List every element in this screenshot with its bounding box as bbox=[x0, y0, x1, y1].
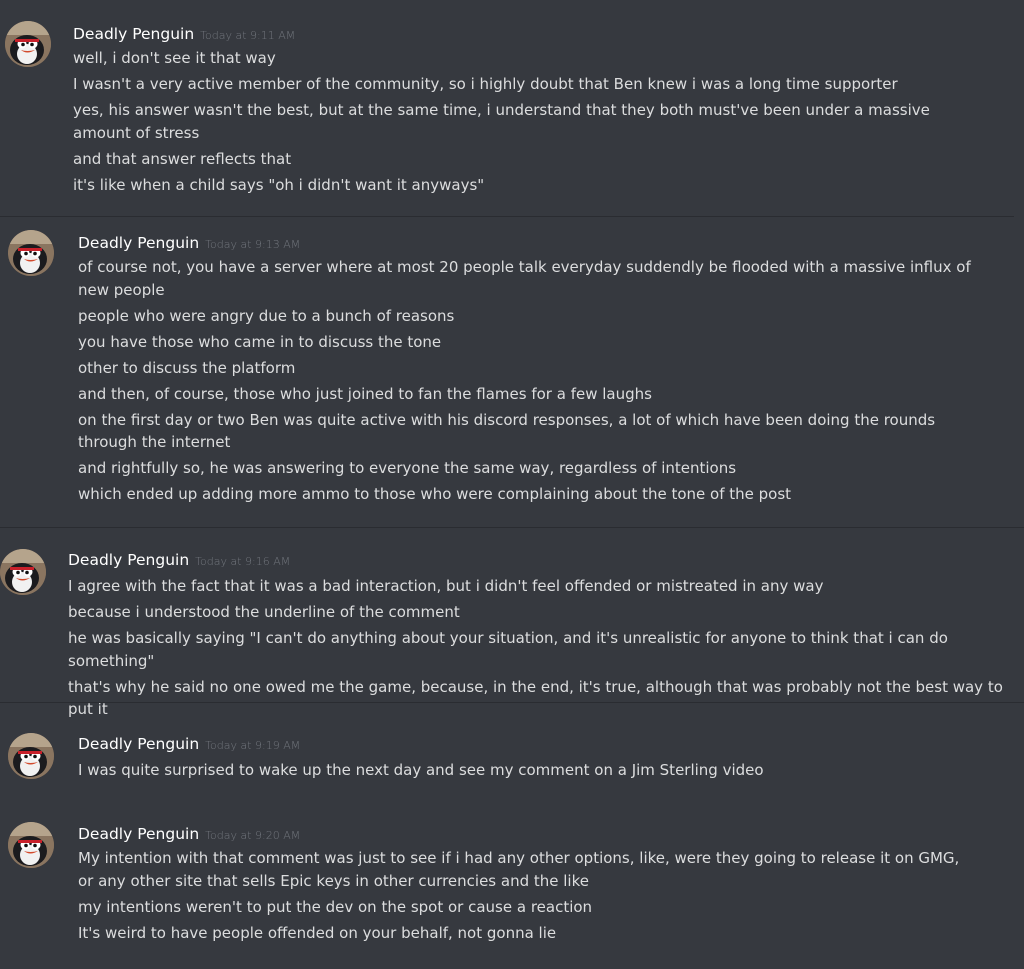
message-text: My intention with that comment was just … bbox=[78, 849, 960, 890]
message-header: Deadly Penguin Today at 9:11 AM bbox=[73, 23, 295, 47]
timestamp: Today at 9:20 AM bbox=[205, 829, 301, 842]
message-text: It's weird to have people offended on yo… bbox=[78, 923, 557, 942]
timestamp: Today at 9:13 AM bbox=[205, 238, 301, 251]
message-lines: My intention with that comment was just … bbox=[78, 847, 978, 948]
timestamp: Today at 9:19 AM bbox=[205, 739, 301, 752]
username[interactable]: Deadly Penguin bbox=[73, 25, 194, 43]
message-header: Deadly Penguin Today at 9:19 AM bbox=[78, 733, 300, 757]
message-header: Deadly Penguin Today at 9:20 AM bbox=[78, 823, 300, 847]
username[interactable]: Deadly Penguin bbox=[68, 551, 189, 569]
message-lines: of course not, you have a server where a… bbox=[78, 256, 978, 509]
message-text: people who were angry due to a bunch of … bbox=[78, 306, 455, 325]
message-text: and that answer reflects that bbox=[73, 149, 292, 168]
message-text: I was quite surprised to wake up the nex… bbox=[78, 761, 764, 779]
message-text: I wasn't a very active member of the com… bbox=[73, 75, 898, 93]
timestamp: Today at 9:16 AM bbox=[195, 555, 291, 568]
message-text: I agree with the fact that it was a bad … bbox=[68, 577, 824, 595]
message-text: yes, his answer wasn't the best, but at … bbox=[73, 101, 930, 142]
message-text: on the first day or two Ben was quite ac… bbox=[78, 410, 936, 452]
penguin-avatar-icon[interactable] bbox=[8, 733, 54, 779]
penguin-avatar-icon[interactable] bbox=[8, 822, 54, 868]
username[interactable]: Deadly Penguin bbox=[78, 234, 199, 252]
penguin-avatar-icon[interactable] bbox=[0, 549, 46, 595]
penguin-avatar-icon[interactable] bbox=[8, 230, 54, 276]
penguin-avatar-graphic bbox=[8, 822, 54, 868]
message-text: and rightfully so, he was answering to e… bbox=[78, 459, 737, 477]
timestamp: Today at 9:11 AM bbox=[200, 29, 296, 42]
message-divider bbox=[0, 527, 1024, 528]
message-text: he was basically saying "I can't do anyt… bbox=[68, 629, 948, 670]
message-text: it's like when a child says "oh i didn't… bbox=[73, 175, 485, 194]
message-header: Deadly Penguin Today at 9:16 AM bbox=[68, 549, 290, 573]
message-divider bbox=[0, 702, 1024, 703]
message-text: because i understood the underline of th… bbox=[68, 603, 460, 621]
message-text: other to discuss the platform bbox=[78, 358, 296, 377]
penguin-avatar-graphic bbox=[0, 549, 46, 595]
username[interactable]: Deadly Penguin bbox=[78, 735, 199, 753]
message-divider bbox=[0, 216, 1014, 217]
message-header: Deadly Penguin Today at 9:13 AM bbox=[78, 232, 300, 256]
message-lines: I was quite surprised to wake up the nex… bbox=[78, 759, 978, 785]
penguin-avatar-graphic bbox=[8, 230, 54, 276]
message-text: that's why he said no one owed me the ga… bbox=[68, 677, 1003, 719]
username[interactable]: Deadly Penguin bbox=[78, 825, 199, 843]
penguin-avatar-graphic bbox=[8, 733, 54, 779]
message-text: of course not, you have a server where a… bbox=[78, 258, 971, 299]
penguin-avatar-graphic bbox=[5, 21, 51, 67]
message-text: you have those who came in to discuss th… bbox=[78, 332, 442, 351]
message-text: well, i don't see it that way bbox=[73, 49, 276, 67]
message-text: which ended up adding more ammo to those… bbox=[78, 485, 792, 503]
message-text: and then, of course, those who just join… bbox=[78, 384, 652, 403]
penguin-avatar-icon[interactable] bbox=[5, 21, 51, 67]
message-lines: well, i don't see it that way I wasn't a … bbox=[73, 47, 978, 200]
message-text: my intentions weren't to put the dev on … bbox=[78, 897, 593, 916]
